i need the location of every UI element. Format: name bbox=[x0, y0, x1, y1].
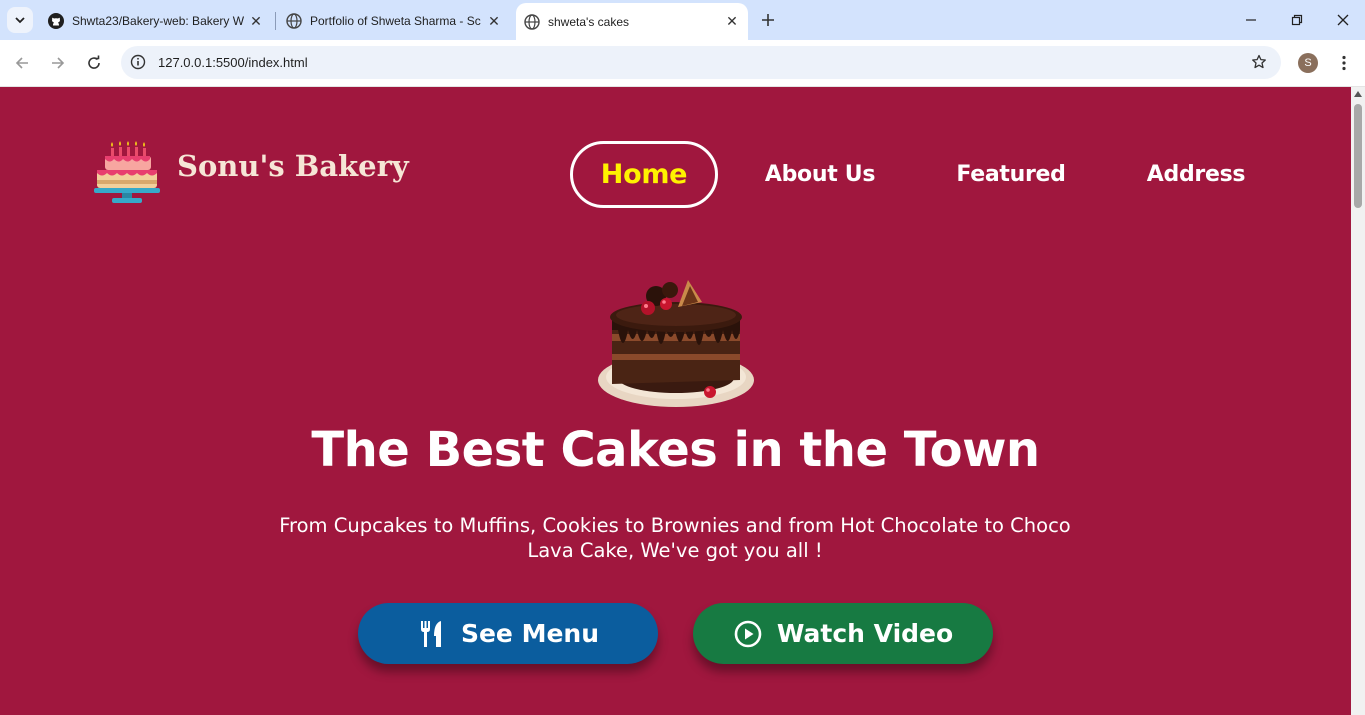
close-icon[interactable]: ✕ bbox=[722, 12, 742, 32]
globe-icon bbox=[286, 13, 302, 29]
github-icon bbox=[48, 13, 64, 29]
nav-home-link[interactable]: Home bbox=[570, 141, 718, 208]
address-bar[interactable]: 127.0.0.1:5500/index.html bbox=[121, 46, 1281, 79]
nav-featured-link[interactable]: Featured bbox=[938, 141, 1084, 208]
tab-search-button[interactable] bbox=[7, 7, 33, 33]
hero-title: The Best Cakes in the Town bbox=[311, 422, 1040, 478]
chevron-down-icon bbox=[15, 17, 25, 24]
site-info-icon[interactable] bbox=[130, 54, 146, 70]
forward-button[interactable] bbox=[45, 50, 71, 76]
minimize-button[interactable] bbox=[1239, 8, 1263, 32]
close-icon[interactable]: ✕ bbox=[484, 11, 504, 31]
tab-title: Portfolio of Shweta Sharma - Sc bbox=[310, 14, 481, 28]
reload-button[interactable] bbox=[81, 50, 107, 76]
close-icon bbox=[1337, 14, 1349, 26]
tab-github[interactable]: Shwta23/Bakery-web: Bakery W ✕ bbox=[40, 6, 272, 36]
bookmark-star-icon[interactable] bbox=[1249, 52, 1269, 72]
restore-button[interactable] bbox=[1285, 8, 1309, 32]
back-button[interactable] bbox=[9, 50, 35, 76]
page-viewport: Sonu's Bakery Home About Us Featured Add… bbox=[0, 87, 1351, 715]
arrow-right-icon bbox=[52, 57, 65, 69]
restore-icon bbox=[1291, 14, 1303, 26]
close-window-button[interactable] bbox=[1331, 8, 1355, 32]
plus-icon bbox=[762, 14, 774, 26]
url-text[interactable]: 127.0.0.1:5500/index.html bbox=[158, 55, 308, 70]
nav-address-link[interactable]: Address bbox=[1128, 141, 1264, 208]
see-menu-button[interactable]: See Menu bbox=[358, 603, 658, 664]
see-menu-label: See Menu bbox=[460, 619, 600, 648]
arrow-left-icon bbox=[15, 57, 28, 69]
new-tab-button[interactable] bbox=[757, 9, 779, 31]
nav-about-link[interactable]: About Us bbox=[745, 141, 895, 208]
more-options-icon[interactable] bbox=[1334, 52, 1354, 74]
reload-icon bbox=[88, 55, 100, 69]
close-icon[interactable]: ✕ bbox=[246, 11, 266, 31]
browser-toolbar: 127.0.0.1:5500/index.html S bbox=[0, 40, 1365, 87]
minimize-icon bbox=[1246, 19, 1256, 21]
watch-video-label: Watch Video bbox=[776, 619, 954, 648]
tab-shwetas-cakes[interactable]: shweta's cakes ✕ bbox=[516, 3, 748, 40]
birthday-cake-logo-icon bbox=[94, 141, 160, 203]
page-scrollbar[interactable] bbox=[1351, 87, 1365, 715]
chocolate-cake-image bbox=[598, 280, 754, 407]
globe-icon bbox=[524, 13, 540, 30]
watch-video-button[interactable]: Watch Video bbox=[693, 603, 993, 664]
brand-name[interactable]: Sonu's Bakery bbox=[177, 149, 409, 183]
scroll-up-arrow-icon[interactable] bbox=[1354, 91, 1362, 97]
profile-avatar[interactable]: S bbox=[1298, 53, 1318, 73]
hero-subtitle: From Cupcakes to Muffins, Cookies to Bro… bbox=[279, 514, 1071, 562]
scrollbar-thumb[interactable] bbox=[1354, 104, 1362, 208]
utensils-icon bbox=[417, 619, 447, 649]
tab-title: shweta's cakes bbox=[548, 14, 629, 29]
tab-portfolio[interactable]: Portfolio of Shweta Sharma - Sc ✕ bbox=[278, 6, 510, 36]
browser-tab-bar: Shwta23/Bakery-web: Bakery W ✕ Portfolio… bbox=[0, 0, 1365, 40]
tab-divider bbox=[275, 12, 276, 30]
tab-title: Shwta23/Bakery-web: Bakery W bbox=[72, 14, 245, 28]
play-circle-icon bbox=[733, 619, 763, 649]
